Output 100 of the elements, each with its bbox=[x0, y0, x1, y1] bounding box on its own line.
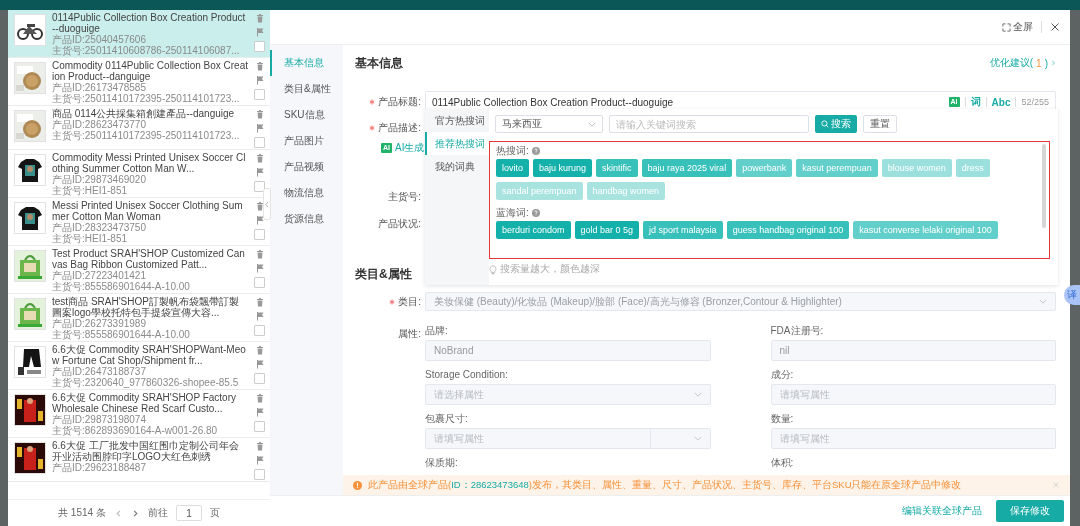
close-icon[interactable] bbox=[1050, 22, 1060, 32]
keyword-tag[interactable]: blouse women bbox=[881, 159, 952, 177]
keyword-tag[interactable]: dress bbox=[955, 159, 990, 177]
keyword-search-field[interactable]: 请输入关键词搜索 bbox=[609, 115, 809, 133]
trash-icon[interactable] bbox=[254, 61, 265, 71]
product-id: 产品ID:26473188737 bbox=[52, 366, 146, 377]
flag-icon[interactable] bbox=[254, 455, 265, 465]
chevron-right-icon bbox=[1051, 59, 1056, 67]
product-sku: 主货号:25011410608786-250114106087... bbox=[52, 45, 241, 56]
product-sku: 主货号:862893690164-A-w001-26.80 bbox=[52, 425, 219, 436]
checkbox[interactable] bbox=[254, 137, 265, 148]
checkbox[interactable] bbox=[254, 89, 265, 100]
checkbox[interactable] bbox=[254, 277, 265, 288]
fullscreen-button[interactable]: 全屏 bbox=[1002, 20, 1033, 34]
field-tool[interactable]: 词 bbox=[970, 95, 981, 109]
section-title: 基本信息 bbox=[355, 54, 403, 72]
flag-icon[interactable] bbox=[254, 123, 265, 133]
popup-tab[interactable]: 推荐热搜词 bbox=[425, 132, 489, 155]
help-icon[interactable] bbox=[531, 146, 540, 155]
nav-item[interactable]: 基本信息 bbox=[270, 50, 343, 76]
group-title: 蓝海词: bbox=[496, 205, 529, 220]
product-list-item[interactable]: 6.6大促 工厂批发中国红围巾定制公司年会开业活动围脖印字LOGO大红色刺绣 产品ID:29623188487 bbox=[8, 438, 270, 482]
keyword-tag[interactable]: berduri condom bbox=[496, 221, 571, 239]
product-sku: 主货号:855586901644-A-10.00 bbox=[52, 329, 191, 340]
category-select[interactable]: 美妆保健 (Beauty)/化妆品 (Makeup)/脸部 (Face)/高光与修容 (Bronzer,Contour & Highlighter) bbox=[425, 292, 1056, 311]
trash-icon[interactable] bbox=[254, 13, 265, 23]
product-list-item[interactable]: 0114Public Collection Box Creation Product--duoguige 产品ID:25040457606 主货号:25011410608786-250114106087... bbox=[8, 10, 270, 58]
product-list-item[interactable]: 6.6大促 Commodity SRAH'SHOPWant-Meow Fortune Cat Shop/Shipment fr... 产品ID:26473188737 主货号:2320640_977860326-shopee-85.5 bbox=[8, 342, 270, 390]
product-id: 产品ID:28623473770 bbox=[52, 119, 146, 130]
trash-icon[interactable] bbox=[254, 109, 265, 119]
attribute-input[interactable]: nil bbox=[770, 340, 1056, 361]
flag-icon[interactable] bbox=[254, 215, 265, 225]
flag-icon[interactable] bbox=[254, 311, 265, 321]
nav-item[interactable]: SKU信息 bbox=[270, 102, 343, 128]
keyword-tag[interactable]: baju raya 2025 viral bbox=[641, 159, 733, 177]
keyword-tag[interactable]: gold bar 0 5g bbox=[574, 221, 640, 239]
trash-icon[interactable] bbox=[254, 441, 265, 451]
product-list-item[interactable]: test商品 SRAH'SHOP訂製帆布袋飄帶訂製圖案logo學校托特包手提袋宣傳大容... 产品ID:26273391989 主货号:855586901644-A-10.00 bbox=[8, 294, 270, 342]
flag-icon[interactable] bbox=[254, 27, 265, 37]
keyword-tag[interactable]: lovito bbox=[496, 159, 529, 177]
product-id: 产品ID:29873469020 bbox=[52, 174, 147, 185]
nav-item[interactable]: 产品图片 bbox=[270, 128, 343, 154]
product-list-item[interactable]: Commodity 0114Public Collection Box Creation Product--danguige 产品ID:26173478585 主货号:25011410172395-250114101723... bbox=[8, 58, 270, 106]
ai-generate-link[interactable]: AI生成 bbox=[395, 141, 425, 155]
popup-tab[interactable]: 我的词典 bbox=[425, 155, 489, 178]
checkbox[interactable] bbox=[254, 469, 265, 480]
product-list-item[interactable]: Commodity Messi Printed Unisex Soccer Clothing Summer Cotton Man W... 产品ID:29873469020 主货号:HEI1-851 bbox=[8, 150, 270, 198]
nav-item[interactable]: 货源信息 bbox=[270, 206, 343, 232]
flag-icon[interactable] bbox=[254, 407, 265, 417]
edit-linked-product-link[interactable]: 编辑关联全球产品 bbox=[902, 504, 982, 518]
search-button[interactable]: 搜索 bbox=[815, 115, 857, 133]
keyword-tag[interactable]: skintific bbox=[596, 159, 638, 177]
nav-item[interactable]: 类目&属性 bbox=[270, 76, 343, 102]
flag-icon[interactable] bbox=[254, 263, 265, 273]
save-button[interactable]: 保存修改 bbox=[996, 500, 1064, 522]
keyword-tag[interactable]: kasut perempuan bbox=[796, 159, 878, 177]
checkbox[interactable] bbox=[254, 41, 265, 52]
product-sku: 主货号:25011410172395-250114101723... bbox=[52, 93, 241, 104]
field-label: 产品状况: bbox=[378, 217, 421, 231]
nav-item[interactable]: 物流信息 bbox=[270, 180, 343, 206]
nav-item[interactable]: 产品视频 bbox=[270, 154, 343, 180]
trash-icon[interactable] bbox=[254, 393, 265, 403]
checkbox[interactable] bbox=[254, 373, 265, 384]
region-select[interactable]: 马来西亚 bbox=[495, 115, 603, 133]
scrollbar[interactable] bbox=[1042, 144, 1046, 228]
flag-icon[interactable] bbox=[254, 75, 265, 85]
keyword-tag[interactable]: jd sport malaysia bbox=[643, 221, 723, 239]
attribute-input[interactable]: NoBrand bbox=[425, 340, 711, 361]
trash-icon[interactable] bbox=[254, 249, 265, 259]
previous-page-icon[interactable] bbox=[113, 508, 123, 518]
product-title: Commodity Messi Printed Unisex Soccer Clothing Summer Cotton Man W... bbox=[52, 152, 247, 174]
optimization-suggestions-link[interactable]: 优化建议( 1 ) bbox=[989, 56, 1056, 70]
trash-icon[interactable] bbox=[254, 153, 265, 163]
trash-icon[interactable] bbox=[254, 345, 265, 355]
total-count: 共 1514 条 bbox=[58, 506, 106, 520]
keyword-tag[interactable]: guess handbag original 100 bbox=[726, 221, 850, 239]
product-list-item[interactable]: 商品 0114公共採集箱創建產品--danguige 产品ID:28623473770 主货号:25011410172395-250114101723... bbox=[8, 106, 270, 150]
flag-icon[interactable] bbox=[254, 359, 265, 369]
field-tool[interactable]: Abc bbox=[991, 96, 1011, 108]
keyword-tag[interactable]: powerbank bbox=[736, 159, 793, 177]
product-title: 商品 0114公共採集箱創建產品--danguige bbox=[52, 108, 236, 119]
attribute-label: 体积: bbox=[770, 457, 795, 469]
keyword-tag[interactable]: kasut converse lelaki original 100 bbox=[853, 221, 998, 239]
checkbox[interactable] bbox=[254, 181, 265, 192]
checkbox[interactable] bbox=[254, 325, 265, 336]
keyword-tag[interactable]: baju kurung bbox=[533, 159, 593, 177]
character-counter: 52/255 bbox=[1021, 97, 1049, 107]
reset-button[interactable]: 重置 bbox=[863, 115, 897, 133]
trash-icon[interactable] bbox=[254, 201, 265, 211]
flag-icon[interactable] bbox=[254, 167, 265, 177]
product-id: 产品ID:27223401421 bbox=[52, 270, 147, 281]
product-list-item[interactable]: Test Product SRAH'SHOP Customized Canvas Bag Ribbon Customized Patt... 产品ID:27223401421 主货号:855586901644-A-10.00 bbox=[8, 246, 270, 294]
global-product-id-link[interactable]: ID：28623473648 bbox=[451, 478, 529, 490]
help-icon[interactable] bbox=[531, 208, 540, 217]
checkbox[interactable] bbox=[254, 229, 265, 240]
page-input[interactable]: 1 bbox=[175, 505, 202, 521]
checkbox[interactable] bbox=[254, 421, 265, 432]
trash-icon[interactable] bbox=[254, 297, 265, 307]
page-unit: 页 bbox=[209, 506, 220, 520]
product-list-item[interactable]: 6.6大促 Commodity SRAH'SHOP Factory Wholesale Chinese Red Scarf Custo... 产品ID:29873198074 主货号:862893690164-A-w001-26.80 bbox=[8, 390, 270, 438]
